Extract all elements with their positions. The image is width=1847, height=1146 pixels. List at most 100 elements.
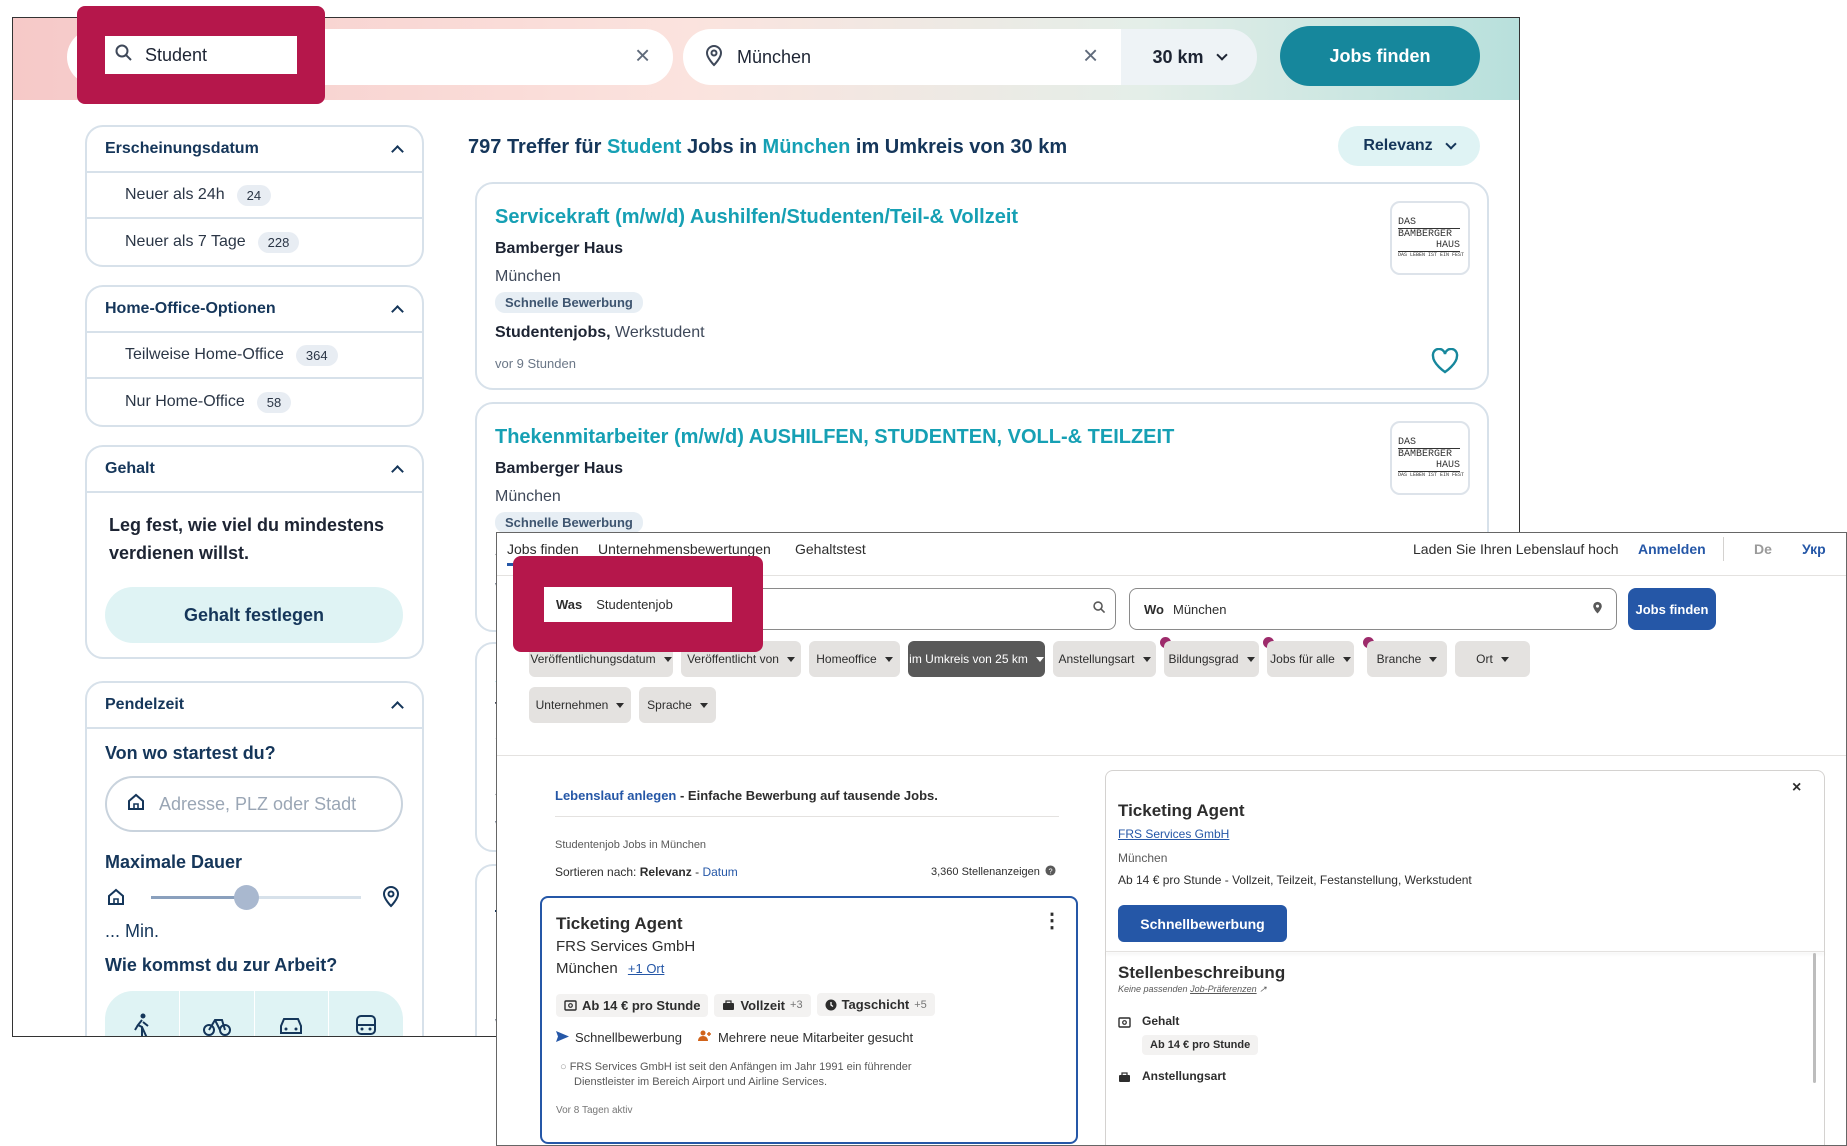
jobs-finden-button[interactable]: Jobs finden — [1280, 26, 1480, 86]
job-card[interactable]: Servicekraft (m/w/d) Aushilfen/Studenten… — [475, 182, 1489, 390]
scrollbar[interactable] — [1813, 953, 1816, 1083]
filter-option[interactable]: Teilweise Home-Office 364 — [87, 333, 422, 379]
address-input[interactable]: Adresse, PLZ oder Stadt — [105, 776, 403, 832]
filter-chip[interactable]: Sprache — [639, 687, 716, 723]
nav-salary[interactable]: Gehaltstest — [795, 541, 866, 557]
job-title[interactable]: Thekenmitarbeiter (m/w/d) AUSHILFEN, STU… — [495, 426, 1174, 449]
logo-text: DAS — [1398, 437, 1460, 449]
job-category: Studentenjobs, Werkstudent — [495, 324, 705, 342]
shift-text: Tagschicht — [841, 997, 910, 1012]
location-pin-icon — [705, 44, 723, 72]
sort-date-link[interactable]: Datum — [702, 865, 737, 879]
filter-option[interactable]: Neuer als 24h 24 — [87, 173, 422, 219]
logo-text: HAUS — [1398, 240, 1460, 252]
chevron-down-icon — [1215, 48, 1228, 61]
option-label: Teilweise Home-Office — [125, 346, 284, 363]
logo-text: DAS — [1398, 217, 1460, 229]
filter-chip[interactable]: Jobs für alle — [1267, 641, 1354, 677]
home-icon — [127, 793, 145, 816]
keyword-search-input[interactable]: Student — [105, 36, 297, 74]
filter-salary-header[interactable]: Gehalt — [87, 447, 422, 493]
hiring-text: Mehrere neue Mitarbeiter gesucht — [717, 1030, 914, 1045]
lang-uk[interactable]: Укр — [1802, 541, 1826, 557]
sort-value: Relevanz — [1363, 137, 1433, 154]
location-value: München — [737, 46, 812, 67]
what-value: Studentenjob — [596, 597, 673, 612]
salary-pill: Ab 14 € pro Stunde — [556, 993, 709, 1017]
pref-link[interactable]: Job-Präferenzen — [1190, 984, 1257, 994]
job-title[interactable]: Ticketing Agent — [556, 914, 683, 934]
set-salary-button[interactable]: Gehalt festlegen — [105, 587, 403, 643]
clear-location-icon[interactable]: × — [1083, 42, 1098, 68]
search-icon — [115, 44, 133, 67]
bicycle-icon[interactable] — [180, 991, 255, 1036]
sort-options: Sortieren nach: Relevanz - Datum — [555, 865, 738, 879]
job-title[interactable]: Servicekraft (m/w/d) Aushilfen/Studenten… — [495, 206, 1018, 229]
results-text: im Umkreis von 30 km — [855, 136, 1068, 158]
filter-chip[interactable]: Branche — [1367, 641, 1447, 677]
jobs-finden-button[interactable]: Jobs finden — [1628, 588, 1716, 630]
chevron-up-icon — [391, 305, 404, 318]
salary-text: Ab 14 € pro Stunde — [582, 997, 701, 1013]
lang-de[interactable]: De — [1754, 541, 1772, 557]
briefcase-icon — [1118, 1070, 1131, 1088]
chevron-up-icon — [391, 701, 404, 714]
walk-icon[interactable] — [105, 991, 180, 1036]
duration-slider[interactable] — [151, 885, 361, 910]
filter-chip[interactable]: Anstellungsart — [1053, 641, 1156, 677]
job-count-text: 3,360 Stellenanzeigen — [931, 866, 1040, 878]
more-options-icon[interactable]: ⋮ — [1042, 911, 1062, 931]
bus-icon[interactable] — [329, 991, 403, 1036]
filter-chip[interactable]: Homeoffice — [809, 641, 900, 677]
category-bold: Studentenjobs, — [495, 324, 611, 341]
max-duration-label: Maximale Dauer — [105, 852, 243, 872]
job-city-row: München +1 Ort — [556, 960, 664, 977]
job-card-selected[interactable]: Ticketing Agent ⋮ FRS Services GmbH Münc… — [540, 896, 1078, 1144]
more-locations-link[interactable]: +1 Ort — [628, 961, 665, 976]
clock-icon — [825, 999, 837, 1010]
filter-option[interactable]: Neuer als 7 Tage 228 — [87, 219, 422, 265]
pref-text: Keine passenden — [1118, 984, 1191, 994]
filter-chip[interactable]: Ort — [1455, 641, 1530, 677]
clear-keyword-icon[interactable]: × — [635, 42, 650, 68]
quick-apply-button[interactable]: Schnellbewerbung — [1118, 905, 1287, 942]
nav-jobs[interactable]: Jobs finden — [507, 541, 579, 557]
highlight-box: Was Studentenjob — [513, 556, 763, 652]
radius-dropdown[interactable]: 30 km — [1121, 29, 1257, 85]
type-pill: Vollzeit +3 — [714, 993, 811, 1017]
filter-chip[interactable]: Bildungsgrad — [1164, 641, 1259, 677]
detail-company-link[interactable]: FRS Services GmbH — [1118, 827, 1229, 841]
sort-dropdown[interactable]: Relevanz — [1338, 126, 1480, 166]
option-label: Neuer als 7 Tage — [125, 233, 246, 250]
chevron-up-icon — [391, 145, 404, 158]
create-resume-link[interactable]: Lebenslauf anlegen — [555, 788, 676, 803]
nav-reviews[interactable]: Unternehmensbewertungen — [598, 541, 771, 557]
filter-home-office-header[interactable]: Home-Office-Optionen — [87, 287, 422, 333]
chip-label: Bildungsgrad — [1168, 652, 1239, 666]
quick-apply-text: Schnellbewerbung — [575, 1030, 682, 1045]
filter-chip[interactable]: Unternehmen — [529, 687, 631, 723]
filter-commute-header[interactable]: Pendelzeit — [87, 683, 422, 729]
filter-option[interactable]: Nur Home-Office 58 — [87, 379, 422, 425]
close-icon[interactable]: × — [1792, 779, 1801, 797]
search-icon — [1093, 601, 1106, 617]
option-label: Nur Home-Office — [125, 393, 245, 410]
send-arrow-icon — [556, 1030, 569, 1045]
money-icon — [1118, 1015, 1131, 1033]
help-icon[interactable]: ? — [1045, 865, 1056, 879]
nav-login[interactable]: Anmelden — [1638, 541, 1706, 557]
filter-date-header[interactable]: Erscheinungsdatum — [87, 127, 422, 173]
nav-upload-resume[interactable]: Laden Sie Ihren Lebenslauf hoch — [1413, 541, 1619, 557]
snippet-line: FRS Services GmbH ist seit den Anfängen … — [569, 1061, 912, 1073]
chip-label: Veröffentlichungsdatum — [530, 652, 656, 666]
what-input-highlighted[interactable]: Was Studentenjob — [544, 587, 732, 622]
heart-icon[interactable] — [1431, 347, 1459, 379]
job-attributes: Ab 14 € pro Stunde Vollzeit +3 Tagschicht +5 — [556, 993, 941, 1017]
where-input[interactable]: Wo München — [1129, 588, 1617, 630]
location-search-field[interactable]: München × — [683, 29, 1123, 85]
job-city: München — [556, 960, 618, 977]
car-icon[interactable] — [255, 991, 330, 1036]
filter-salary: Gehalt Leg fest, wie viel du mindestens … — [85, 445, 424, 659]
slider-thumb[interactable] — [233, 885, 259, 910]
filter-chip-active[interactable]: im Umkreis von 25 km — [908, 641, 1045, 677]
